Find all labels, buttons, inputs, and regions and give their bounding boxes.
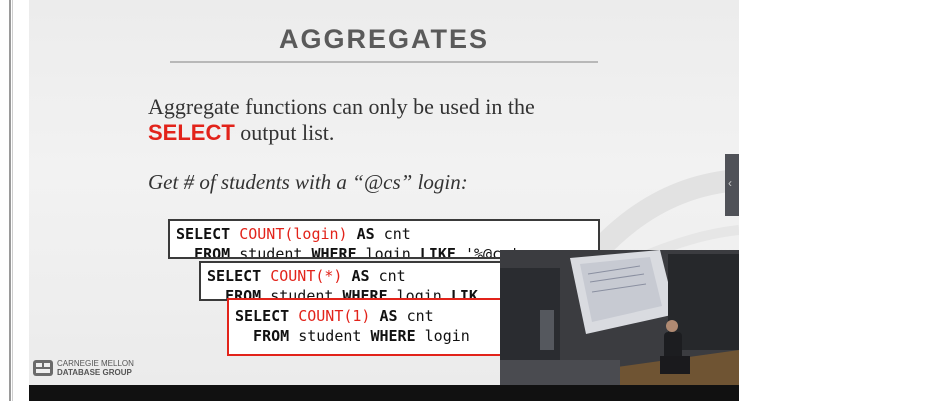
code-text: login [415, 327, 470, 345]
code-text: student [289, 327, 371, 345]
slide-title: AGGREGATES [278, 24, 489, 54]
cmu-db-logo: CARNEGIE MELLON DATABASE GROUP [33, 356, 153, 384]
logo-text: CARNEGIE MELLON DATABASE GROUP [57, 359, 134, 377]
code-keyword: FROM [176, 245, 231, 259]
code-keyword: AS [347, 225, 375, 243]
code-keyword: SELECT [207, 267, 271, 285]
code-keyword: LIKE [419, 245, 456, 259]
logo-line-2: DATABASE GROUP [57, 368, 132, 377]
code-keyword: AS [342, 267, 370, 285]
body-line-2-rest: output list. [234, 120, 335, 145]
code-text: login [356, 245, 420, 259]
select-keyword: SELECT [148, 120, 235, 145]
code-keyword: WHERE [311, 245, 357, 259]
logo-line-1: CARNEGIE MELLON [57, 359, 134, 368]
code-function: COUNT(*) [270, 267, 343, 285]
code-keyword: AS [370, 307, 398, 325]
body-line-2: SELECT output list. [148, 120, 535, 146]
side-panel-toggle[interactable]: ‹ [725, 154, 739, 216]
page-border-inner [12, 0, 13, 401]
code-keyword: SELECT [235, 307, 299, 325]
code-text: cnt [374, 225, 411, 243]
code-block-count-one: SELECT COUNT(1) AS cnt FROM student WHER… [227, 298, 509, 356]
chevron-left-icon: ‹ [728, 176, 732, 190]
code-text: cnt [397, 307, 434, 325]
player-bottom-bar [29, 385, 739, 401]
body-line-1: Aggregate functions can only be used in … [148, 94, 535, 119]
code-keyword: FROM [235, 327, 290, 345]
code-block-count-star: SELECT COUNT(*) AS cnt FROM student WHER… [199, 261, 504, 301]
code-text: cnt [369, 267, 406, 285]
cmu-db-logo-mark [33, 360, 53, 376]
code-function: COUNT(1) [298, 307, 371, 325]
lecturer-video-overlay[interactable] [500, 250, 739, 385]
code-keyword: WHERE [370, 327, 416, 345]
page-border [9, 0, 11, 401]
code-text: student [230, 245, 312, 259]
slide-body-text: Aggregate functions can only be used in … [148, 94, 535, 146]
title-underline [170, 61, 598, 63]
slide-subtitle: Get # of students with a “@cs” login: [148, 170, 468, 194]
code-keyword: SELECT [176, 225, 240, 243]
lecture-room-video [500, 250, 739, 385]
code-function: COUNT(login) [239, 225, 348, 243]
